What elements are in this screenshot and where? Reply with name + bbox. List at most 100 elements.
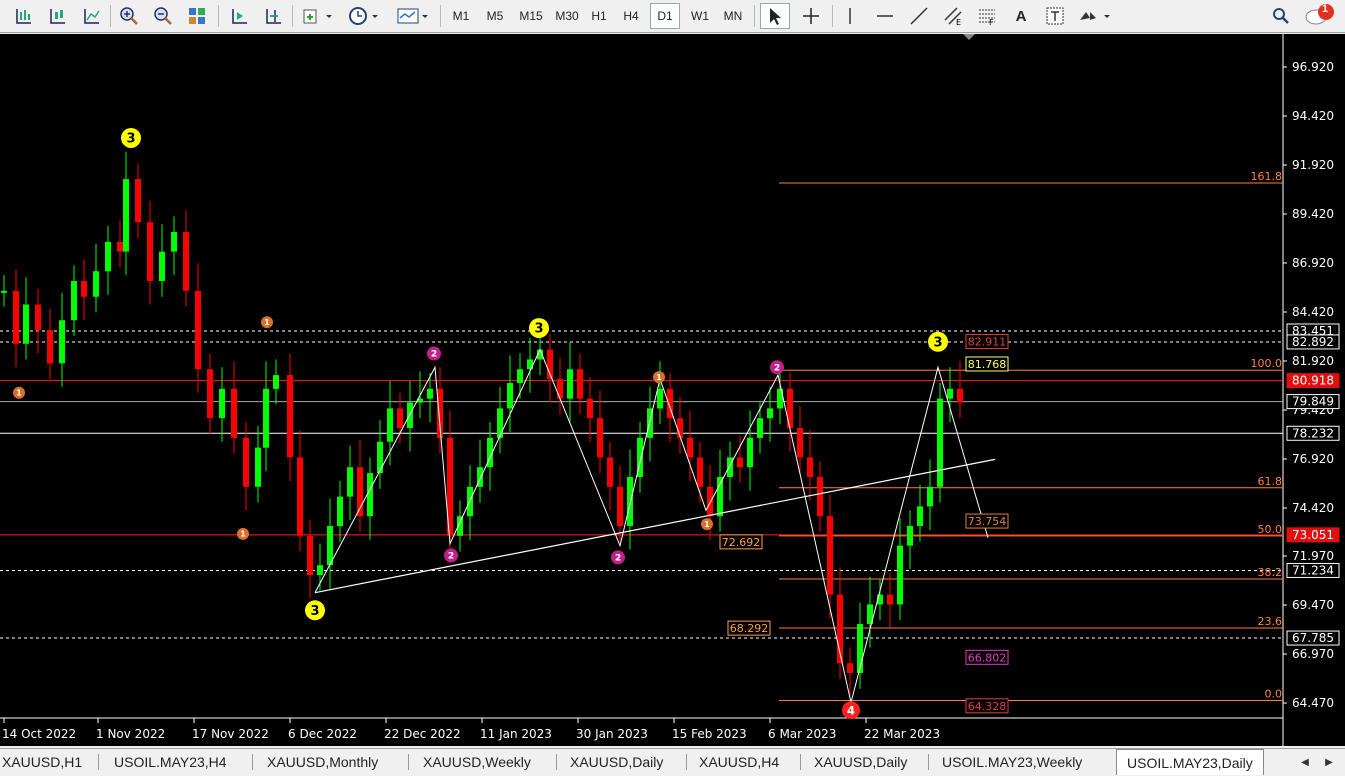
wave-marker-label: 2 <box>431 350 437 360</box>
y-tick-label: 74.420 <box>1292 501 1334 515</box>
timeframe-m15[interactable]: M15 <box>514 3 548 29</box>
price-axis-label: 67.785 <box>1292 631 1334 645</box>
y-tick-label: 96.920 <box>1292 60 1334 74</box>
candle-bull <box>219 388 225 419</box>
timeframe-h4[interactable]: H4 <box>618 3 644 29</box>
candle-bull <box>123 179 129 252</box>
templates-button[interactable] <box>392 3 432 29</box>
tile-windows-icon <box>189 8 205 24</box>
arrows-icon <box>1080 12 1110 20</box>
candle-bull <box>657 388 663 409</box>
text-label-button[interactable] <box>1040 3 1070 29</box>
candle-bull <box>937 398 943 487</box>
wave-zigzag-line <box>314 348 989 703</box>
horizontal-line-button[interactable] <box>870 3 900 29</box>
candle-bear <box>707 486 713 517</box>
candle-bear <box>737 457 743 468</box>
trendline-button[interactable] <box>904 3 934 29</box>
tab-usoil-weekly[interactable]: USOIL.MAY23,Weekly <box>942 751 1082 773</box>
equidistant-channel-button[interactable]: E <box>938 3 968 29</box>
tab-xauusd-h4[interactable]: XAUUSD,H4 <box>699 751 779 773</box>
tab-xauusd-daily-2[interactable]: XAUUSD,Daily <box>814 751 907 773</box>
fibonacci-button[interactable]: F <box>972 3 1002 29</box>
candle-bear <box>957 388 963 403</box>
tab-usoil-h4[interactable]: USOIL.MAY23,H4 <box>114 751 227 773</box>
candle-bear <box>597 418 603 458</box>
text-tool-button[interactable]: A <box>1008 3 1034 29</box>
price-chart[interactable]: 96.920 94.420 91.920 89.420 86.920 84.420 81.9… <box>0 34 1345 746</box>
fib-level-label: 38.2 <box>1258 566 1283 579</box>
candle-bear <box>807 457 813 478</box>
candle-bull <box>857 624 863 674</box>
candle-bull <box>507 382 513 409</box>
search-button[interactable] <box>1268 3 1294 29</box>
x-tick-label: 6 Mar 2023 <box>768 727 836 741</box>
price-axis-label: 79.849 <box>1292 395 1334 409</box>
candle-bull <box>757 418 763 438</box>
candle-bear <box>297 457 303 536</box>
candle-bull <box>747 437 753 468</box>
chart-shift-button[interactable] <box>258 3 288 29</box>
zoom-out-button[interactable] <box>148 3 178 29</box>
x-tick-label: 22 Mar 2023 <box>864 727 940 741</box>
candle-bull <box>347 467 353 497</box>
fib-level-label: 50.0 <box>1258 523 1283 536</box>
notifications-button[interactable]: 1 <box>1304 3 1338 29</box>
indicators-button[interactable] <box>298 3 338 29</box>
tabs-scroll-right[interactable]: ▶ <box>1322 753 1336 771</box>
auto-scroll-icon <box>232 9 247 24</box>
timeframe-mn[interactable]: MN <box>718 3 748 29</box>
chevron-right-icon: ▶ <box>1325 756 1333 768</box>
wave-marker-label: 3 <box>534 322 543 337</box>
candle-bear <box>195 290 201 370</box>
crosshair-icon <box>803 8 819 24</box>
tab-xauusd-daily[interactable]: XAUUSD,Daily <box>570 751 663 773</box>
candle-bear <box>887 594 893 605</box>
periods-button[interactable] <box>344 3 384 29</box>
wave-marker-label: 1 <box>16 388 21 397</box>
bar-chart-icon <box>16 9 31 24</box>
timeframe-m5[interactable]: M5 <box>480 3 510 29</box>
timeframe-w1[interactable]: W1 <box>686 3 714 29</box>
line-chart-button[interactable] <box>76 3 106 29</box>
templates-icon <box>397 8 428 24</box>
arrows-button[interactable] <box>1074 3 1114 29</box>
bar-chart-button[interactable] <box>8 3 38 29</box>
candle-bull <box>327 526 333 566</box>
tab-xauusd-h1[interactable]: XAUUSD,H1 <box>2 751 82 773</box>
candle-bear <box>687 437 693 458</box>
candle-bull <box>377 441 383 474</box>
wave-marker-label: 1 <box>656 373 661 382</box>
candle-bear <box>397 408 403 429</box>
candle-bull <box>567 369 573 399</box>
chart-area[interactable]: 96.920 94.420 91.920 89.420 86.920 84.420 81.9… <box>0 34 1345 746</box>
timeframe-m1[interactable]: M1 <box>446 3 476 29</box>
crosshair-tool-button[interactable] <box>796 3 826 29</box>
x-tick-label: 1 Nov 2022 <box>96 727 165 741</box>
candle-bear <box>587 398 593 419</box>
auto-scroll-button[interactable] <box>224 3 254 29</box>
timeframe-d1[interactable]: D1 <box>650 3 680 29</box>
chart-value-label: 64.328 <box>968 700 1007 713</box>
timeframe-h1[interactable]: H1 <box>586 3 612 29</box>
zoom-in-button[interactable] <box>114 3 144 29</box>
tab-usoil-daily[interactable]: USOIL.MAY23,Daily <box>1116 749 1264 775</box>
vertical-line-button[interactable] <box>838 3 862 29</box>
candlestick-chart-button[interactable] <box>42 3 72 29</box>
timeframe-m30[interactable]: M30 <box>550 3 584 29</box>
tabs-scroll-left[interactable]: ◀ <box>1298 753 1312 771</box>
candle-bull <box>627 477 633 527</box>
candle-bull <box>59 320 65 364</box>
candle-bull <box>255 447 261 487</box>
fib-level-label: 61.8 <box>1258 475 1283 488</box>
tile-windows-button[interactable] <box>182 3 212 29</box>
cursor-tool-button[interactable] <box>760 3 790 29</box>
candle-bull <box>273 375 279 389</box>
tab-xauusd-monthly[interactable]: XAUUSD,Monthly <box>267 751 378 773</box>
candle-bear <box>183 232 189 291</box>
chart-shift-marker <box>963 34 975 40</box>
chart-value-label: 82.911 <box>968 336 1007 349</box>
chart-value-label: 73.754 <box>968 515 1007 528</box>
x-tick-label: 30 Jan 2023 <box>576 727 648 741</box>
tab-xauusd-weekly[interactable]: XAUUSD,Weekly <box>423 751 531 773</box>
